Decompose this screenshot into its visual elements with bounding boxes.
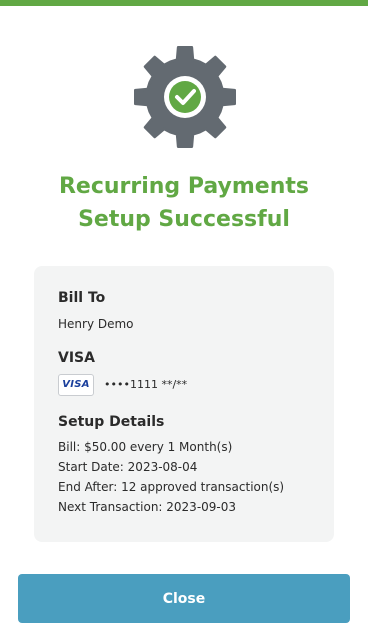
page-title: Recurring Payments Setup Successful	[0, 170, 368, 236]
next-transaction: Next Transaction: 2023-09-03	[58, 500, 237, 514]
end-after: End After: 12 approved transaction(s)	[58, 480, 285, 494]
top-accent-bar	[0, 0, 368, 6]
payment-method-heading: VISA	[58, 350, 95, 366]
bill-to-heading: Bill To	[58, 290, 106, 306]
bill-to-name: Henry Demo	[58, 317, 134, 331]
setup-details-heading: Setup Details	[58, 414, 165, 430]
card-number-masked: ••••1111 **/**	[104, 378, 188, 391]
close-button[interactable]: Close	[18, 574, 350, 623]
title-line-1: Recurring Payments	[58, 174, 310, 199]
summary-card: Bill To Henry Demo VISA VISA ••••1111 **…	[34, 266, 334, 542]
start-date: Start Date: 2023-08-04	[58, 460, 198, 474]
title-line-2: Setup Successful	[78, 207, 290, 232]
visa-card-icon: VISA	[58, 374, 94, 396]
gear-check-icon	[134, 46, 236, 148]
bill-amount: Bill: $50.00 every 1 Month(s)	[58, 440, 233, 454]
